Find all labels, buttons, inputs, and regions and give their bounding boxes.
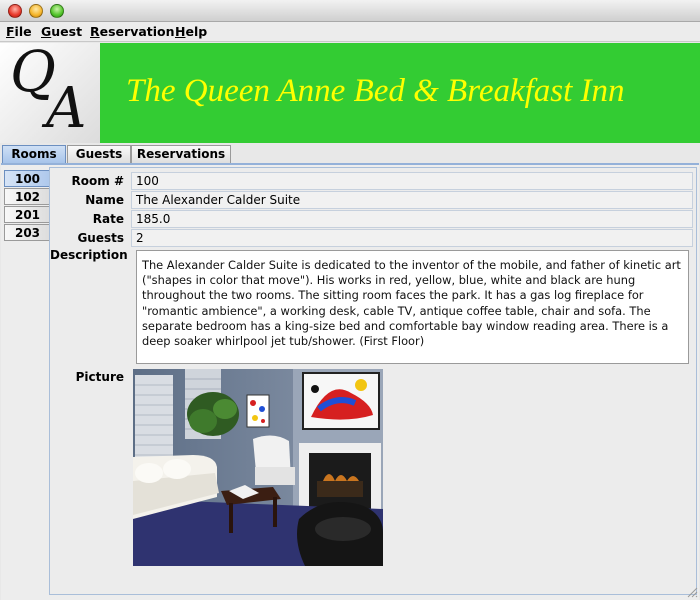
room-number-label: Room # — [71, 174, 124, 188]
menu-guest-label: uest — [51, 24, 83, 39]
room-number-field[interactable]: 100 — [131, 172, 693, 190]
menu-file-label: ile — [14, 24, 32, 39]
guests-field[interactable]: 2 — [131, 229, 693, 247]
room-tab-102[interactable]: 102 — [4, 188, 50, 205]
menu-reservation-label: eservation — [99, 24, 175, 39]
room-tab-100[interactable]: 100 — [4, 170, 50, 187]
room-tab-203[interactable]: 203 — [4, 224, 50, 241]
zoom-window-button[interactable] — [50, 4, 64, 18]
rate-field[interactable]: 185.0 — [131, 210, 693, 228]
tab-guests[interactable]: Guests — [67, 145, 131, 163]
inn-banner: Q A The Queen Anne Bed & Breakfast Inn — [0, 43, 700, 143]
menu-bar: File Guest Reservation Help — [0, 22, 700, 42]
menu-help-mnemonic: H — [175, 24, 186, 39]
menu-file-mnemonic: F — [6, 24, 15, 39]
name-field[interactable]: The Alexander Calder Suite — [131, 191, 693, 209]
menu-help-label: elp — [185, 24, 208, 39]
tab-reservations[interactable]: Reservations — [131, 145, 231, 163]
guests-label: Guests — [77, 231, 124, 245]
room-photo — [133, 369, 383, 566]
banner-title: The Queen Anne Bed & Breakfast Inn — [126, 73, 625, 109]
window-titlebar — [0, 0, 700, 22]
minimize-window-button[interactable] — [29, 4, 43, 18]
tab-rooms[interactable]: Rooms — [2, 145, 66, 163]
room-tab-201[interactable]: 201 — [4, 206, 50, 223]
menu-reservation[interactable]: Reservation — [90, 24, 175, 39]
menu-guest[interactable]: Guest — [41, 24, 82, 39]
inn-logo: Q A — [0, 43, 100, 143]
description-textarea[interactable]: The Alexander Calder Suite is dedicated … — [136, 250, 689, 364]
rate-label: Rate — [92, 212, 124, 226]
name-label: Name — [85, 193, 124, 207]
logo-a: A — [46, 76, 87, 141]
menu-reservation-mnemonic: R — [90, 24, 100, 39]
menu-help[interactable]: Help — [175, 24, 207, 39]
menu-file[interactable]: File — [6, 24, 32, 39]
menu-guest-mnemonic: G — [41, 24, 52, 39]
close-window-button[interactable] — [8, 4, 22, 18]
description-label: Description — [50, 248, 128, 262]
resize-grip-icon[interactable] — [686, 586, 698, 598]
room-photo-image — [133, 369, 383, 566]
picture-label: Picture — [75, 370, 124, 384]
